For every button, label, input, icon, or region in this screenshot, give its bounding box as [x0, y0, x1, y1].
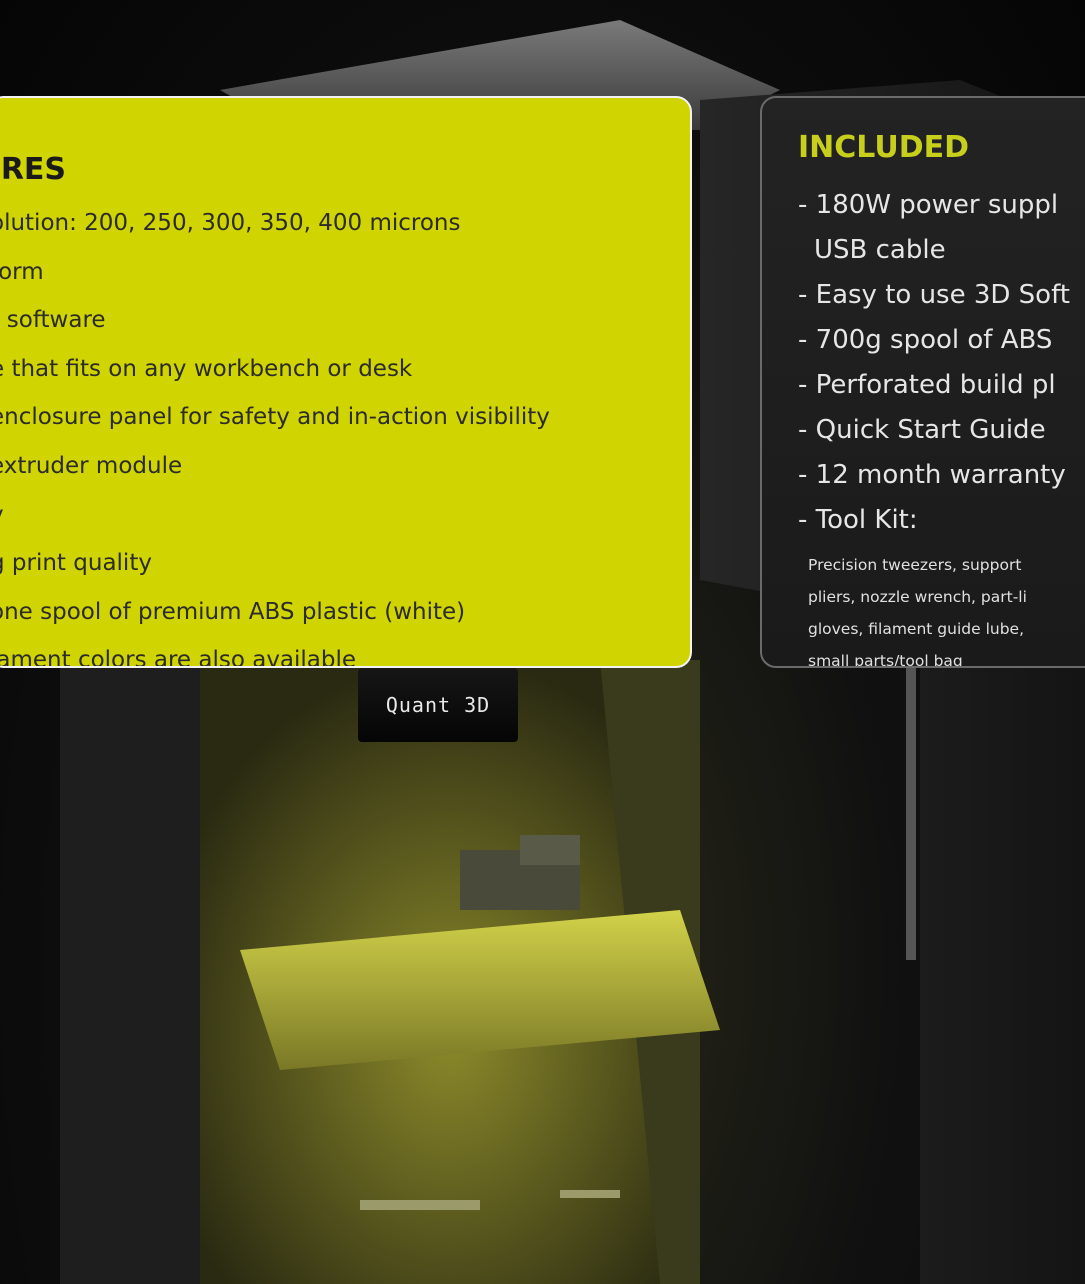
- included-list: - 180W power suppl USB cable - Easy to u…: [798, 183, 1085, 543]
- toolkit-detail: Precision tweezers, support pliers, nozz…: [808, 549, 1085, 668]
- toolkit-line: gloves, filament guide lube,: [808, 620, 1025, 638]
- feature-item: form: [0, 258, 44, 285]
- feature-item: one spool of premium ABS plastic (white): [0, 598, 466, 625]
- included-item-text: - 180W power suppl: [798, 190, 1059, 220]
- included-item: - Tool Kit:: [798, 505, 918, 535]
- feature-item: r software: [0, 307, 106, 334]
- included-panel: INCLUDED - 180W power suppl USB cable - …: [760, 96, 1085, 668]
- features-panel: TURES olution: 200, 250, 300, 350, 400 m…: [0, 96, 692, 668]
- features-list: olution: 200, 250, 300, 350, 400 microns…: [0, 199, 690, 668]
- brand-logo: Quant 3D: [358, 668, 518, 742]
- feature-item: e that fits on any workbench or desk: [0, 355, 413, 382]
- feature-item: g print quality: [0, 550, 152, 577]
- feature-item: extruder module: [0, 452, 183, 479]
- feature-item: olution: 200, 250, 300, 350, 400 microns: [0, 210, 461, 236]
- toolkit-line: pliers, nozzle wrench, part-li: [808, 588, 1027, 606]
- included-item: - 12 month warranty: [798, 460, 1066, 490]
- feature-item: y: [0, 491, 690, 540]
- included-item-continuation: USB cable: [814, 235, 946, 265]
- feature-item: enclosure panel for safety and in-action…: [0, 404, 550, 431]
- features-title: TURES: [0, 152, 67, 187]
- feature-item: lament colors are also available: [0, 647, 357, 668]
- included-item: - Easy to use 3D Soft: [798, 280, 1070, 310]
- toolkit-line: small parts/tool bag: [808, 652, 963, 668]
- included-item: - 180W power suppl USB cable: [798, 183, 1085, 273]
- toolkit-line: Precision tweezers, support: [808, 556, 1022, 574]
- included-item: - 700g spool of ABS: [798, 325, 1053, 355]
- included-item: - Quick Start Guide: [798, 415, 1046, 445]
- included-item: - Perforated build pl: [798, 370, 1056, 400]
- included-title: INCLUDED: [798, 130, 969, 165]
- product-infographic: Quant 3D TURES olution: 200, 250, 300, 3…: [0, 0, 1085, 1284]
